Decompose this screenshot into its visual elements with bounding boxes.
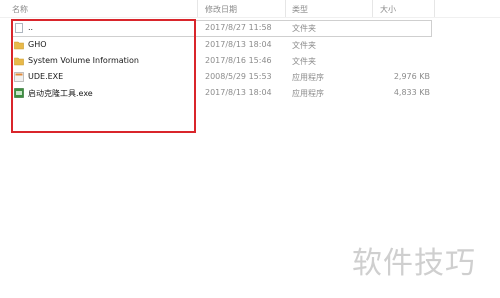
file-modified: 2017/8/13 18:04 bbox=[205, 40, 272, 49]
file-type: 应用程序 bbox=[292, 89, 324, 98]
file-size: 4,833 KB bbox=[393, 88, 430, 97]
column-type-header[interactable]: 类型 bbox=[292, 4, 308, 15]
column-divider[interactable] bbox=[197, 0, 198, 17]
red-highlight-annotation bbox=[11, 19, 196, 133]
column-header: 名称 修改日期 类型 大小 bbox=[0, 0, 500, 18]
file-type: 文件夹 bbox=[292, 57, 316, 66]
header-divider bbox=[0, 17, 500, 18]
column-divider[interactable] bbox=[434, 0, 435, 17]
file-type: 文件夹 bbox=[292, 41, 316, 50]
file-type: 应用程序 bbox=[292, 73, 324, 82]
file-modified: 2008/5/29 15:53 bbox=[205, 72, 272, 81]
file-modified: 2017/8/27 11:58 bbox=[205, 23, 272, 32]
column-name-header[interactable]: 名称 bbox=[12, 4, 28, 15]
column-size-header[interactable]: 大小 bbox=[380, 4, 396, 15]
file-size: 2,976 KB bbox=[393, 72, 430, 81]
file-modified: 2017/8/13 18:04 bbox=[205, 88, 272, 97]
column-modified-header[interactable]: 修改日期 bbox=[205, 4, 237, 15]
column-divider[interactable] bbox=[372, 0, 373, 17]
watermark: 软件技巧 bbox=[352, 246, 476, 281]
column-divider[interactable] bbox=[285, 0, 286, 17]
file-type: 文件夹 bbox=[292, 24, 316, 33]
file-modified: 2017/8/16 15:46 bbox=[205, 56, 272, 65]
